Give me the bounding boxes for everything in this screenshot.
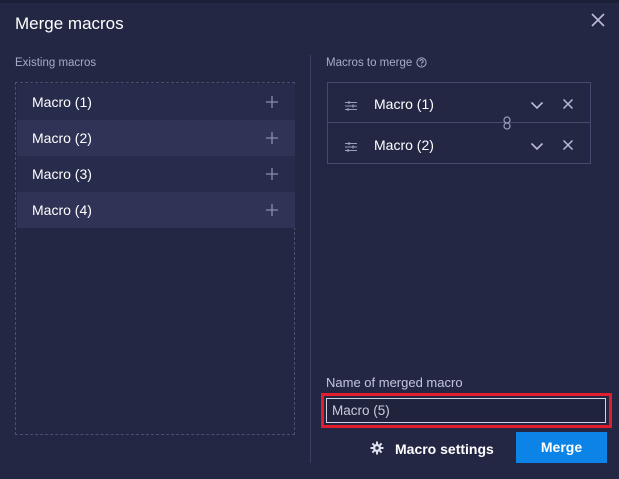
macros-to-merge-list: Macro (1) Macro (2) (327, 82, 591, 164)
panel-divider (310, 55, 311, 463)
drag-handle-icon[interactable] (344, 98, 358, 114)
dialog-titlebar: Merge macros (0, 3, 619, 43)
existing-macro-item[interactable]: Macro (4) (17, 192, 295, 228)
existing-macro-label: Macro (2) (32, 130, 92, 146)
existing-macros-label: Existing macros (15, 57, 97, 69)
macros-to-merge-label: Macros to merge (326, 57, 427, 71)
merge-button[interactable]: Merge (516, 432, 607, 463)
existing-macro-label: Macro (4) (32, 202, 92, 218)
plus-icon[interactable] (265, 95, 279, 112)
macros-to-merge-text: Macros to merge (326, 57, 413, 69)
chevron-down-icon[interactable] (530, 97, 544, 113)
plus-icon[interactable] (265, 167, 279, 184)
drag-handle-icon[interactable] (344, 139, 358, 155)
merge-macro-label: Macro (2) (374, 137, 434, 153)
help-icon[interactable] (416, 57, 427, 71)
chevron-down-icon[interactable] (530, 138, 544, 154)
merge-macro-item[interactable]: Macro (1) (328, 83, 590, 123)
dialog-title: Merge macros (15, 14, 124, 33)
remove-icon[interactable] (562, 138, 574, 154)
merge-macro-item[interactable]: Macro (2) (328, 124, 590, 164)
existing-macro-item[interactable]: Macro (1) (17, 84, 295, 120)
gear-icon (370, 441, 384, 458)
plus-icon[interactable] (265, 131, 279, 148)
merge-macro-label: Macro (1) (374, 96, 434, 112)
merged-name-input[interactable] (326, 398, 606, 423)
plus-icon[interactable] (265, 203, 279, 220)
existing-macro-label: Macro (1) (32, 94, 92, 110)
close-icon[interactable] (589, 11, 607, 29)
existing-macro-item[interactable]: Macro (3) (17, 156, 295, 192)
existing-macro-label: Macro (3) (32, 166, 92, 182)
existing-macro-item[interactable]: Macro (2) (17, 120, 295, 156)
macro-settings-label: Macro settings (395, 441, 494, 457)
macro-settings-button[interactable]: Macro settings (366, 434, 496, 464)
remove-icon[interactable] (562, 97, 574, 113)
merged-name-label: Name of merged macro (326, 375, 463, 390)
existing-macros-list: Macro (1) Macro (2) Macro (3) Macro (4) (15, 82, 295, 435)
link-icon[interactable] (502, 116, 512, 135)
